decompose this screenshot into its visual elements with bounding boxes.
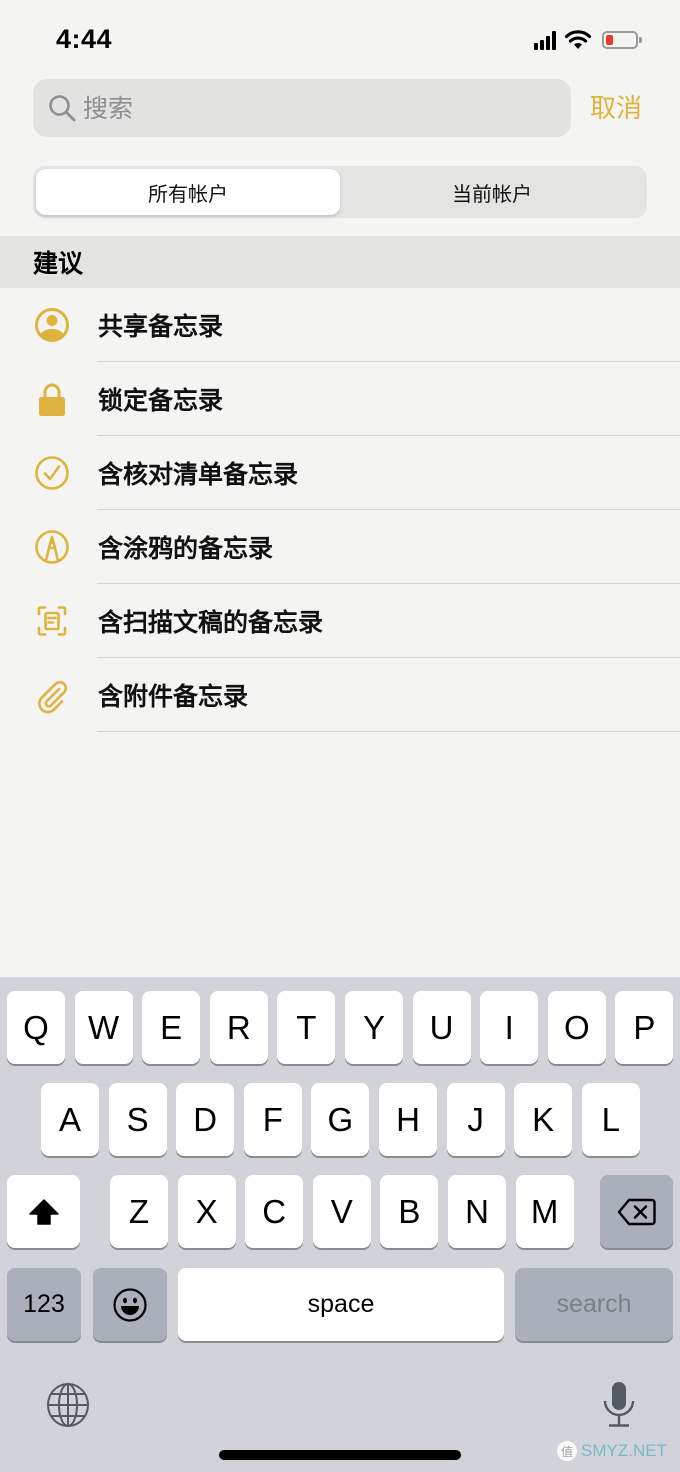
- key-i[interactable]: I: [480, 991, 539, 1064]
- key-o[interactable]: O: [547, 991, 606, 1064]
- key-w[interactable]: W: [74, 991, 133, 1064]
- shared-person-icon: [35, 308, 69, 342]
- key-h[interactable]: H: [379, 1083, 437, 1156]
- suggestion-label: 锁定备忘录: [98, 386, 224, 415]
- key-c[interactable]: C: [245, 1175, 304, 1248]
- suggestion-label: 含扫描文稿的备忘录: [98, 608, 324, 637]
- key-z[interactable]: Z: [110, 1175, 168, 1248]
- suggestion-label: 含涂鸦的备忘录: [98, 534, 274, 563]
- battery-low-icon: [602, 31, 642, 49]
- suggestion-label: 含附件备忘录: [98, 682, 249, 711]
- watermark-badge: 值: [557, 1441, 577, 1461]
- row-divider: [97, 730, 680, 732]
- key-t[interactable]: T: [277, 991, 336, 1064]
- shift-icon: [28, 1198, 59, 1225]
- emoji-key[interactable]: [93, 1268, 167, 1341]
- suggestion-attachment-notes[interactable]: 含附件备忘录: [0, 658, 680, 732]
- status-icons: [534, 28, 642, 52]
- paperclip-icon: [38, 680, 67, 714]
- key-e[interactable]: E: [142, 991, 201, 1064]
- home-indicator[interactable]: [219, 1450, 461, 1460]
- key-q[interactable]: Q: [7, 991, 65, 1064]
- key-k[interactable]: K: [514, 1083, 573, 1156]
- suggestion-checklist-notes[interactable]: 含核对清单备忘录: [0, 436, 680, 510]
- key-a[interactable]: A: [41, 1083, 99, 1156]
- wifi-icon: [564, 30, 592, 49]
- watermark-text: SMYZ.NET: [581, 1441, 667, 1460]
- search-return-key[interactable]: search: [515, 1268, 673, 1341]
- key-p[interactable]: P: [615, 991, 674, 1064]
- search-field[interactable]: [33, 79, 571, 137]
- key-b[interactable]: B: [380, 1175, 439, 1248]
- cellular-signal-icon: [534, 30, 556, 50]
- key-r[interactable]: R: [209, 991, 268, 1064]
- key-n[interactable]: N: [448, 1175, 506, 1248]
- key-j[interactable]: J: [446, 1083, 505, 1156]
- key-g[interactable]: G: [311, 1083, 370, 1156]
- emoji-icon: [113, 1287, 147, 1322]
- key-u[interactable]: U: [412, 991, 471, 1064]
- status-time: 4:44: [56, 24, 113, 54]
- search-icon: [49, 95, 76, 122]
- cancel-button[interactable]: 取消: [590, 88, 642, 125]
- key-m[interactable]: M: [515, 1175, 574, 1248]
- suggestion-locked-notes[interactable]: 锁定备忘录: [0, 362, 680, 436]
- suggestion-shared-notes[interactable]: 共享备忘录: [0, 288, 680, 362]
- key-d[interactable]: D: [176, 1083, 235, 1156]
- numbers-key[interactable]: 123: [7, 1268, 81, 1341]
- microphone-icon[interactable]: [602, 1380, 636, 1430]
- key-x[interactable]: X: [177, 1175, 236, 1248]
- globe-icon[interactable]: [45, 1382, 91, 1428]
- keyboard: QWERTYUIOP ASDFGHJKL ZXCVBNM 123 space s…: [0, 977, 680, 1472]
- pencil-tip-circle-icon: [35, 530, 69, 564]
- suggestion-drawing-notes[interactable]: 含涂鸦的备忘录: [0, 510, 680, 584]
- checkmark-circle-icon: [35, 456, 69, 490]
- suggestion-label: 共享备忘录: [98, 312, 224, 341]
- delete-backspace-icon: [617, 1198, 656, 1225]
- key-l[interactable]: L: [581, 1083, 640, 1156]
- key-s[interactable]: S: [108, 1083, 167, 1156]
- shift-key[interactable]: [7, 1175, 80, 1248]
- watermark: 值 SMYZ.NET: [557, 1441, 667, 1461]
- lock-icon: [39, 383, 65, 416]
- space-key[interactable]: space: [178, 1268, 504, 1341]
- suggestions-list: 共享备忘录 锁定备忘录 含核对清单备忘录 含涂鸦的备忘录 含扫描文稿的备忘录 含…: [0, 288, 680, 732]
- key-f[interactable]: F: [243, 1083, 302, 1156]
- account-scope-segmented-control: 所有帐户 当前帐户: [33, 166, 647, 218]
- suggestions-header: 建议: [0, 236, 680, 288]
- suggestion-label: 含核对清单备忘录: [98, 460, 299, 489]
- document-scan-icon: [37, 606, 67, 636]
- delete-key[interactable]: [600, 1175, 673, 1248]
- segment-all-accounts[interactable]: 所有帐户: [36, 169, 340, 215]
- key-y[interactable]: Y: [345, 991, 403, 1064]
- search-input[interactable]: [83, 93, 543, 123]
- suggestion-scanned-doc-notes[interactable]: 含扫描文稿的备忘录: [0, 584, 680, 658]
- segment-current-account[interactable]: 当前帐户: [340, 169, 644, 215]
- key-v[interactable]: V: [312, 1175, 371, 1248]
